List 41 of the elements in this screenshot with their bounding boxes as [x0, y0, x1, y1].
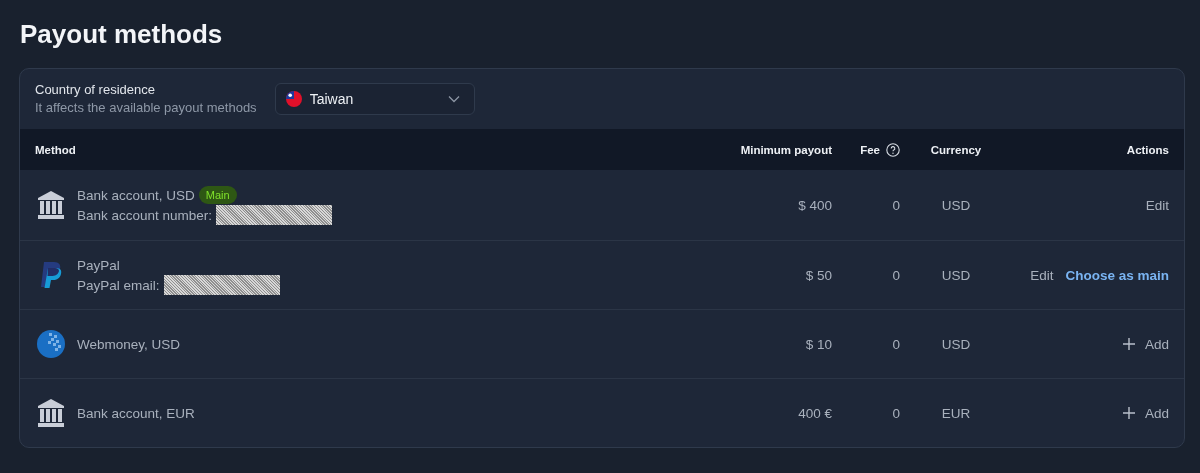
column-header: Minimum payout — [740, 143, 832, 156]
method-name: Webmoney, USD — [77, 336, 181, 352]
minimum-payout: $ 400 — [798, 197, 832, 213]
minimum-payout: $ 10 — [805, 336, 832, 352]
currency-code: USD — [941, 267, 971, 283]
add-button[interactable]: Add — [1122, 336, 1169, 352]
method-name: Bank account, USD — [77, 187, 195, 203]
fee-value: 0 — [892, 336, 900, 352]
fee-value: 0 — [892, 197, 900, 213]
caret-icon — [447, 95, 460, 103]
plus-icon — [1122, 338, 1135, 350]
fee-value: 0 — [892, 405, 900, 421]
column-header: Method — [35, 143, 76, 156]
residence-label: Country of residence — [35, 81, 156, 99]
detail-label: PayPal email: — [77, 277, 160, 293]
choose-main-link[interactable]: Choose as main — [1065, 267, 1169, 283]
fee-value: 0 — [892, 267, 900, 283]
minimum-payout: 400 € — [798, 405, 832, 421]
edit-link[interactable]: Edit — [1145, 197, 1169, 213]
residence-hint: It affects the available payout methods — [35, 99, 257, 117]
flag-icon — [285, 91, 302, 107]
minimum-payout: $ 50 — [805, 267, 832, 283]
bank-icon — [35, 189, 67, 221]
edit-link[interactable]: Edit — [1030, 267, 1054, 283]
currency-code: USD — [941, 197, 971, 213]
bank-icon — [35, 397, 67, 429]
country-select[interactable]: Taiwan — [274, 83, 475, 115]
column-header: Actions — [1126, 143, 1169, 156]
method-name: PayPal — [77, 257, 120, 273]
add-button[interactable]: Add — [1122, 405, 1169, 421]
detail-label: Bank account number: — [77, 207, 213, 223]
page-title: Payout methods — [20, 18, 224, 51]
column-header: Currency — [930, 143, 982, 156]
currency-code: EUR — [941, 405, 971, 421]
main-badge: Main — [198, 186, 237, 204]
currency-code: USD — [941, 336, 971, 352]
country-value: Taiwan — [309, 91, 355, 107]
column-header: Fee — [860, 143, 880, 156]
globe-icon — [35, 328, 67, 360]
plus-icon — [1122, 407, 1135, 419]
method-name: Bank account, EUR — [77, 405, 195, 421]
